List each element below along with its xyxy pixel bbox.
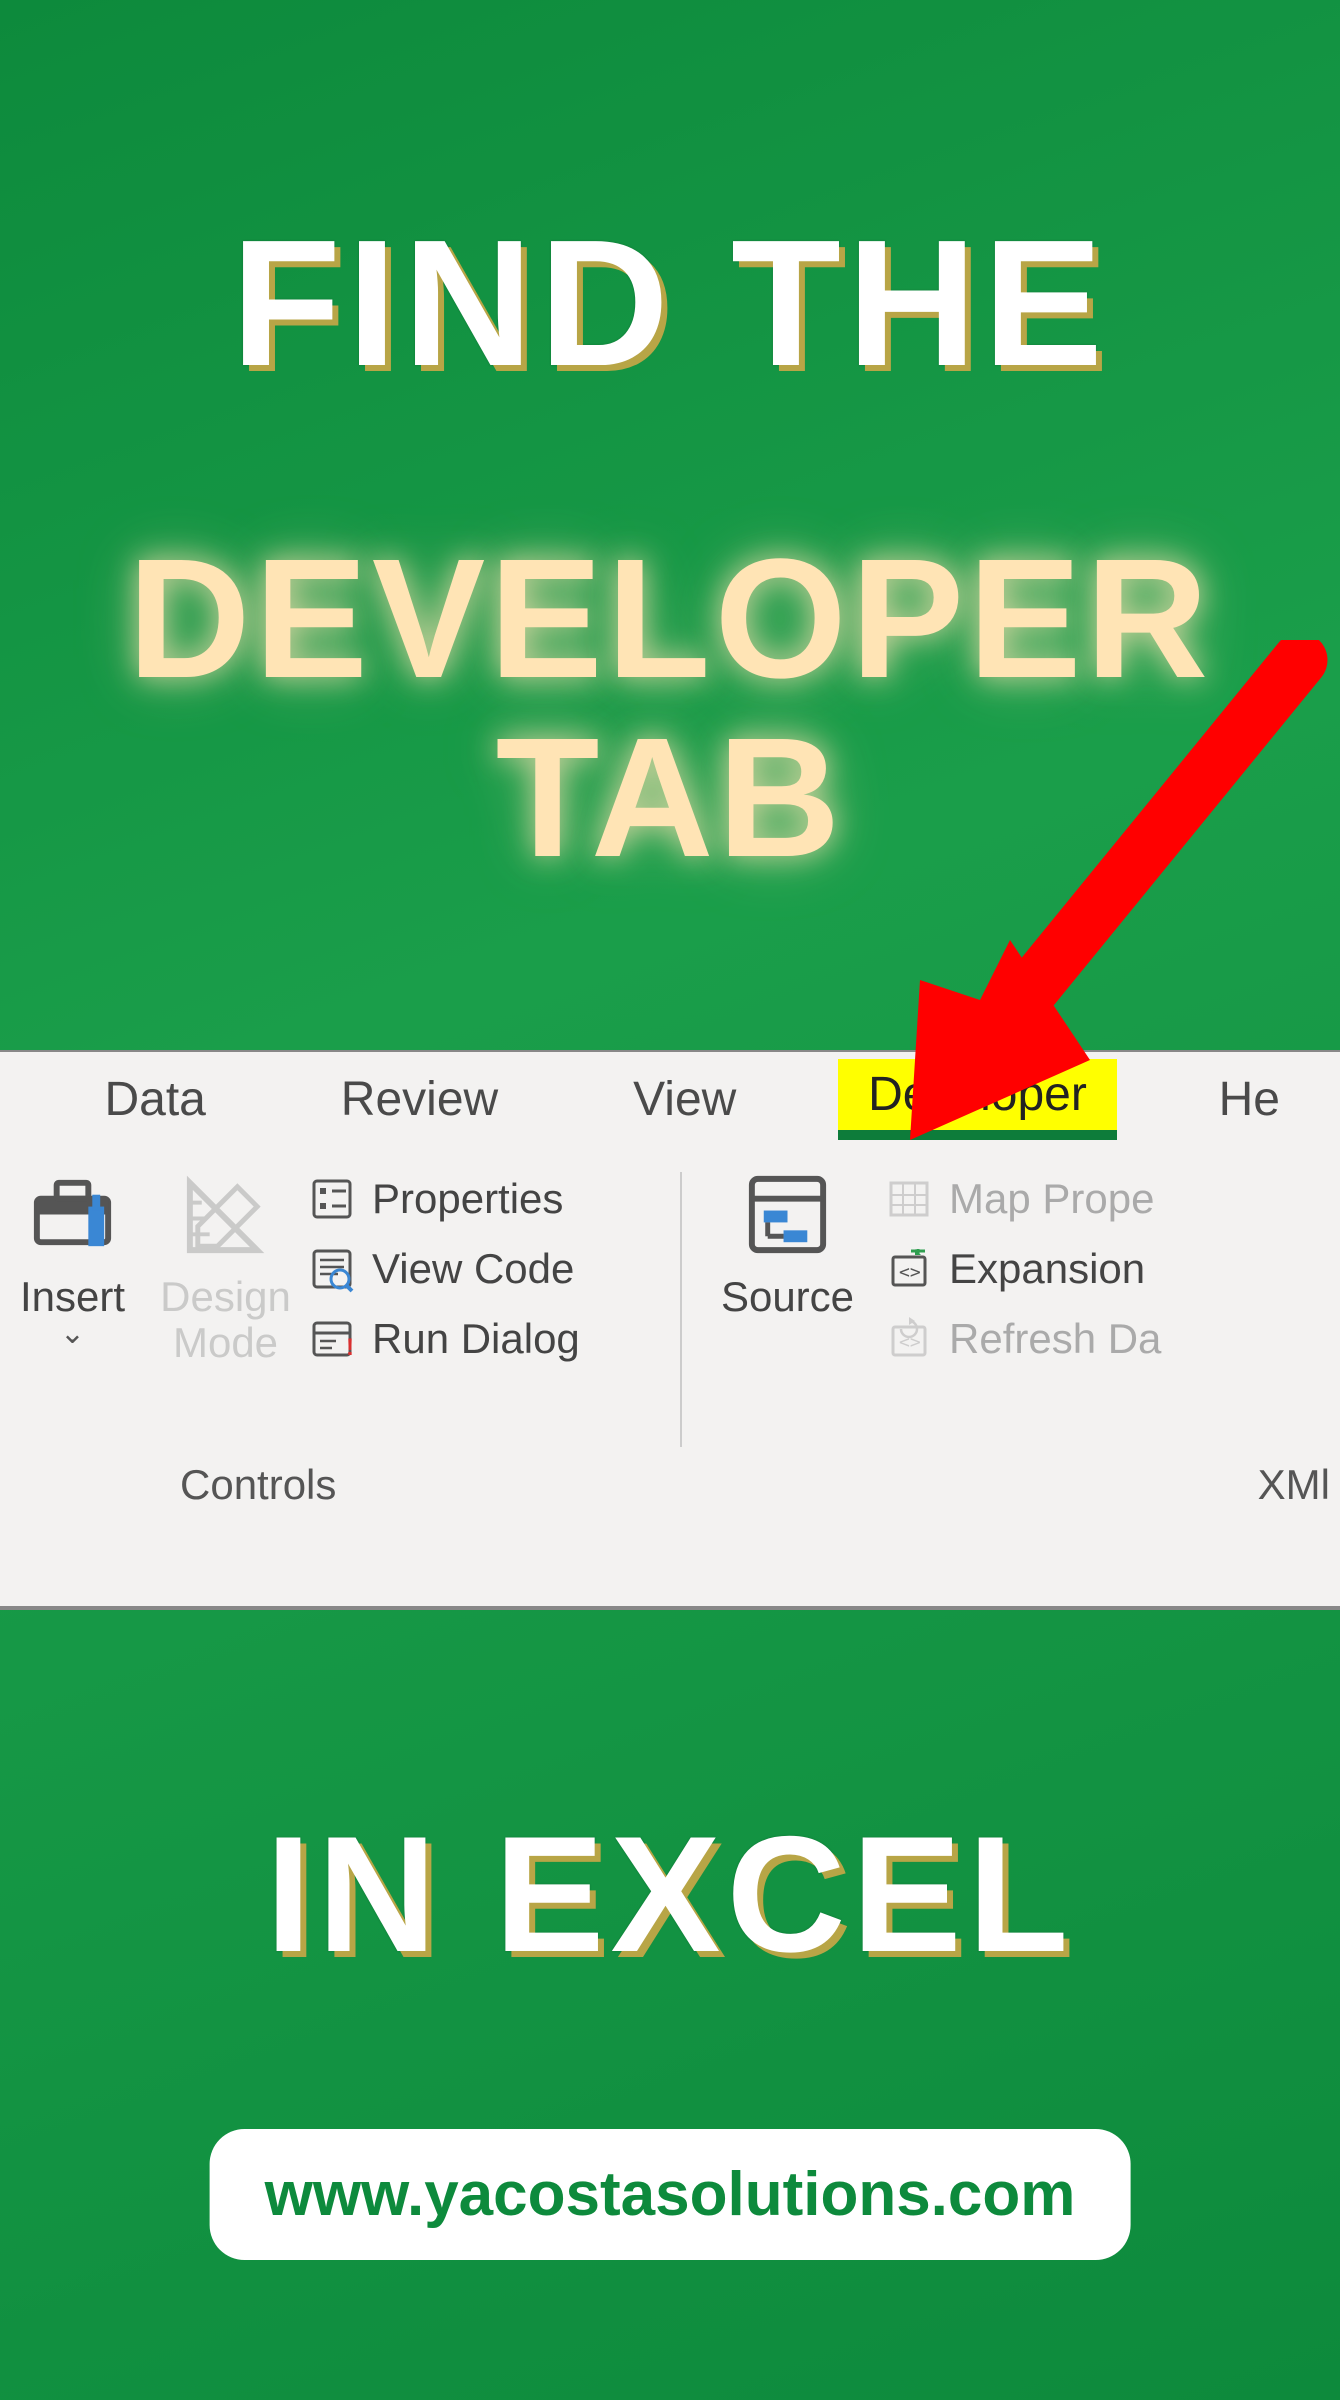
run-dialog-label: Run Dialog: [372, 1315, 580, 1363]
refresh-icon: <>: [883, 1313, 935, 1365]
expansion-icon: <>: [883, 1243, 935, 1295]
view-code-icon: [306, 1243, 358, 1295]
tab-view[interactable]: View: [603, 1064, 766, 1135]
website-url: www.yacostasolutions.com: [210, 2129, 1131, 2260]
group-label-xml: XMl: [1258, 1461, 1330, 1509]
refresh-data-button: <> Refresh Da: [883, 1313, 1161, 1365]
headline-find-the: FIND THE: [0, 200, 1340, 407]
view-code-label: View Code: [372, 1245, 574, 1293]
properties-label: Properties: [372, 1175, 563, 1223]
tab-help[interactable]: He: [1189, 1064, 1310, 1135]
properties-icon: [306, 1173, 358, 1225]
run-dialog-icon: !: [306, 1313, 358, 1365]
toolbox-icon: [25, 1167, 120, 1262]
ruler-triangle-icon: [178, 1167, 273, 1262]
tab-data[interactable]: Data: [74, 1064, 235, 1135]
expansion-packs-button[interactable]: <> Expansion: [883, 1243, 1161, 1295]
group-label-controls: Controls: [180, 1461, 336, 1509]
view-code-button[interactable]: View Code: [306, 1243, 580, 1295]
insert-controls-button[interactable]: Insert ⌄: [0, 1167, 145, 1517]
chevron-down-icon: ⌄: [60, 1316, 85, 1351]
xml-small-buttons: Map Prope <> Expansion: [883, 1167, 1161, 1517]
properties-button[interactable]: Properties: [306, 1173, 580, 1225]
tab-developer[interactable]: Developer: [838, 1059, 1117, 1140]
svg-text:!: !: [346, 1334, 354, 1361]
svg-text:<>: <>: [899, 1262, 921, 1283]
design-mode-label: Design Mode: [160, 1274, 291, 1366]
run-dialog-button[interactable]: ! Run Dialog: [306, 1313, 580, 1365]
map-properties-icon: [883, 1173, 935, 1225]
group-xml: Source Map Prope: [682, 1147, 1340, 1517]
refresh-label: Refresh Da: [949, 1315, 1161, 1363]
map-properties-label: Map Prope: [949, 1175, 1154, 1223]
map-properties-button: Map Prope: [883, 1173, 1161, 1225]
ribbon-tabs: Data Review View Developer He: [0, 1052, 1340, 1147]
source-icon: [740, 1167, 835, 1262]
headline-in-excel: IN EXCEL: [0, 1800, 1340, 1989]
headline-developer-tab: DEVELOPER TAB: [0, 530, 1340, 887]
tab-review[interactable]: Review: [311, 1064, 528, 1135]
source-label: Source: [721, 1274, 854, 1320]
expansion-label: Expansion: [949, 1245, 1145, 1293]
group-controls: Insert ⌄ Design Mode: [0, 1147, 680, 1517]
insert-label: Insert: [20, 1274, 125, 1320]
ribbon-groups: Insert ⌄ Design Mode: [0, 1147, 1340, 1517]
controls-small-buttons: Properties View Code: [306, 1167, 580, 1517]
source-button[interactable]: Source: [700, 1167, 875, 1517]
excel-ribbon-screenshot: Data Review View Developer He: [0, 1050, 1340, 1610]
